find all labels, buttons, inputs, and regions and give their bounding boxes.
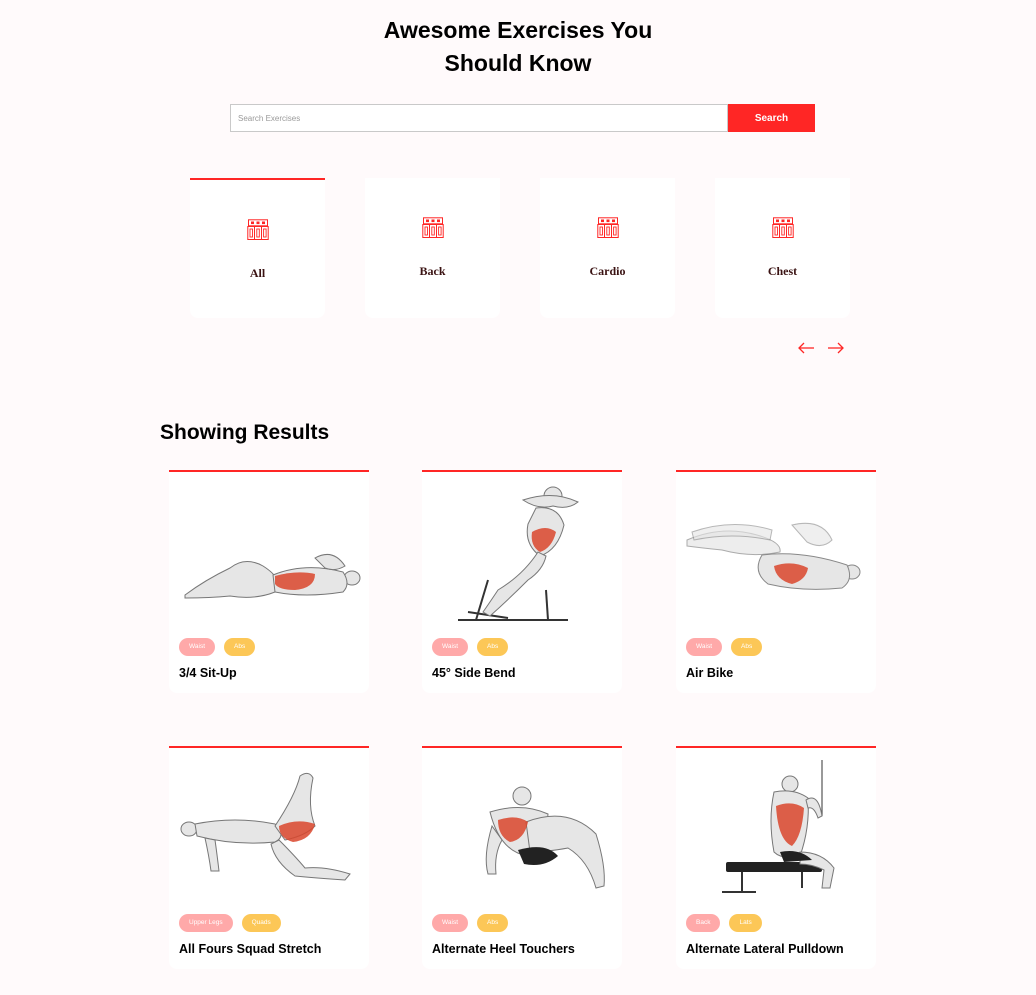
- search-input[interactable]: [230, 104, 728, 132]
- tag-group: Upper Legs Quads: [179, 914, 281, 932]
- search-button[interactable]: Search: [728, 104, 815, 132]
- category-label: Cardio: [589, 264, 626, 278]
- exercise-card[interactable]: Waist Abs Air Bike: [676, 470, 876, 693]
- results-title: Showing Results: [160, 421, 330, 444]
- gym-icon: [247, 219, 269, 240]
- exercise-name: Alternate Lateral Pulldown: [686, 942, 844, 956]
- air-bike-illustration: [686, 522, 861, 590]
- lateral-pulldown-illustration: [722, 760, 835, 893]
- target-tag[interactable]: Abs: [477, 638, 509, 656]
- page-title-line-2: Should Know: [444, 50, 592, 76]
- category-card-cardio[interactable]: Cardio: [540, 178, 675, 318]
- gym-icon: [772, 217, 794, 238]
- tag-group: Waist Abs: [179, 638, 256, 656]
- exercise-card[interactable]: Back Lats Alternate Lateral Pulldown: [676, 746, 876, 969]
- heel-touchers-illustration: [485, 786, 605, 889]
- exercise-name: 3/4 Sit-Up: [179, 666, 237, 680]
- arrow-left-icon[interactable]: [796, 338, 816, 358]
- body-part-tag[interactable]: Waist: [432, 914, 469, 932]
- category-carousel: All Back Cardio Chest: [190, 178, 850, 318]
- body-part-tag[interactable]: Waist: [432, 638, 469, 656]
- target-tag[interactable]: Abs: [224, 638, 256, 656]
- tag-group: Waist Abs: [432, 914, 509, 932]
- target-tag[interactable]: Abs: [477, 914, 509, 932]
- exercise-name: Alternate Heel Touchers: [432, 942, 575, 956]
- exercise-card[interactable]: Upper Legs Quads All Fours Squad Stretch: [169, 746, 369, 969]
- squad-stretch-illustration: [180, 772, 351, 881]
- gym-icon: [422, 217, 444, 238]
- exercise-name: 45° Side Bend: [432, 666, 516, 680]
- target-tag[interactable]: Abs: [731, 638, 763, 656]
- body-part-tag[interactable]: Back: [686, 914, 721, 932]
- body-part-tag[interactable]: Upper Legs: [179, 914, 233, 932]
- page-title-line-1: Awesome Exercises You: [383, 17, 653, 43]
- category-label: Back: [419, 264, 446, 278]
- gym-icon: [597, 217, 619, 238]
- exercise-name: All Fours Squad Stretch: [179, 942, 322, 956]
- category-card-all[interactable]: All: [190, 178, 325, 318]
- category-label: Chest: [767, 264, 798, 278]
- arrow-right-icon[interactable]: [826, 338, 846, 358]
- category-label: All: [249, 266, 266, 280]
- category-card-chest[interactable]: Chest: [715, 178, 850, 318]
- tag-group: Waist Abs: [432, 638, 509, 656]
- category-card-back[interactable]: Back: [365, 178, 500, 318]
- exercise-card[interactable]: Waist Abs Alternate Heel Touchers: [422, 746, 622, 969]
- search-bar: Search: [230, 104, 815, 132]
- side-bend-illustration: [458, 486, 579, 621]
- exercise-card[interactable]: Waist Abs 3/4 Sit-Up: [169, 470, 369, 693]
- exercise-card[interactable]: Waist Abs 45° Side Bend: [422, 470, 622, 693]
- body-part-tag[interactable]: Waist: [179, 638, 216, 656]
- body-part-tag[interactable]: Waist: [686, 638, 723, 656]
- target-tag[interactable]: Quads: [241, 914, 281, 932]
- sit-up-illustration: [184, 553, 361, 599]
- target-tag[interactable]: Lats: [729, 914, 762, 932]
- tag-group: Back Lats: [686, 914, 762, 932]
- tag-group: Waist Abs: [686, 638, 763, 656]
- page-title: Awesome Exercises You Should Know: [0, 14, 1036, 80]
- exercise-name: Air Bike: [686, 666, 734, 680]
